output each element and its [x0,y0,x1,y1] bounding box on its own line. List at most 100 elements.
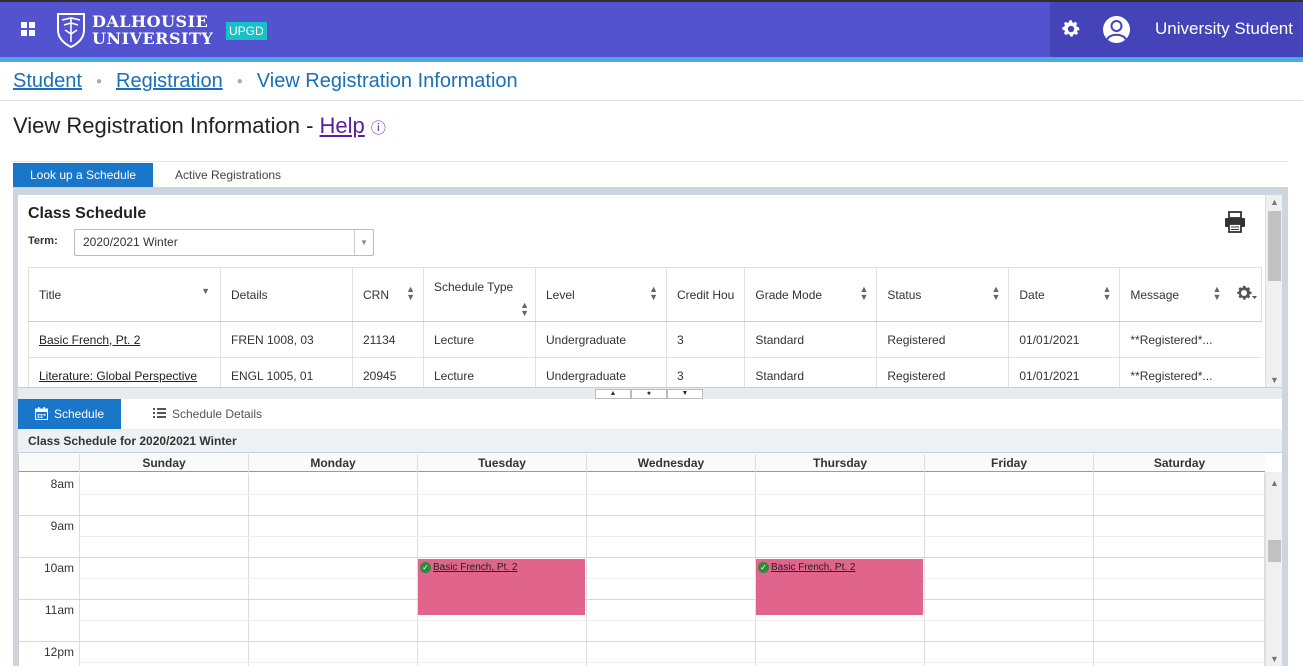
event-title-link[interactable]: Basic French, Pt. 2 [771,562,855,573]
hour-label: 11am [44,603,74,617]
calendar-scrollbar[interactable]: ▲ ▼ [1265,472,1282,666]
cell-title[interactable]: Literature: Global Perspective [28,357,221,387]
half-hour-line [79,494,1265,495]
check-icon: ✓ [758,562,769,573]
chevron-down-icon[interactable]: ▼ [354,230,373,255]
splitter-center-icon[interactable]: ● [631,389,667,399]
cell-details: FREN 1008, 03 [220,321,353,358]
apps-grid-icon[interactable] [21,22,35,36]
cell-credit-hours: 3 [665,357,745,387]
column-header-title[interactable]: Title ▼ [28,267,221,322]
calendar-header: Sunday Monday Tuesday Wednesday Thursday… [19,454,1265,472]
sort-icon[interactable]: ▲ ▼ [991,285,1000,302]
day-column[interactable] [1093,473,1094,666]
calendar-event[interactable]: ✓ Basic French, Pt. 2 [756,559,923,615]
class-schedule-panel: Class Schedule Term: 2020/2021 Winter ▼ … [18,195,1265,387]
cell-details: ENGL 1005, 01 [220,357,353,387]
sort-icon[interactable]: ▲ ▼ [406,285,415,302]
list-icon [153,408,166,418]
sort-icon[interactable]: ▲ ▼ [520,301,529,318]
tab-active-registrations[interactable]: Active Registrations [158,163,298,188]
logo-line-2: UNIVERSITY [92,29,214,48]
day-column[interactable] [79,473,80,666]
cell-schedule-type: Lecture [423,321,536,358]
tab-schedule-details[interactable]: Schedule Details [136,399,279,429]
column-label: Details [231,287,268,302]
calendar-icon [35,407,48,420]
scrollbar-thumb[interactable] [1268,211,1281,281]
logo-line-1: DALHOUSIE [92,12,209,31]
sort-icon[interactable]: ▲ ▼ [1212,285,1221,302]
breadcrumb-separator: ● [95,75,102,87]
page-title: View Registration Information - Help ⓘ [13,113,386,139]
column-header-credit-hours[interactable]: Credit Hou [665,267,746,322]
event-title-link[interactable]: Basic French, Pt. 2 [433,562,517,573]
day-header-sunday: Sunday [79,454,248,472]
column-header-message[interactable]: Message ▲ ▼ [1119,267,1263,322]
sort-icon[interactable]: ▲ ▼ [649,285,658,302]
logo-text: DALHOUSIE UNIVERSITY [92,13,213,47]
hour-line [19,641,1265,642]
sort-down-icon[interactable]: ▼ [201,286,210,296]
breadcrumb-separator: ● [236,75,243,87]
hour-line [19,599,1265,600]
day-column[interactable] [248,473,249,666]
column-header-details[interactable]: Details [220,267,353,322]
half-hour-line [79,620,1265,621]
day-header-tuesday: Tuesday [417,454,586,472]
scrollbar-thumb[interactable] [1268,540,1281,562]
day-column[interactable] [586,473,587,666]
university-logo[interactable]: DALHOUSIE UNIVERSITY [56,10,213,50]
hour-label: 9am [50,519,74,533]
column-settings-gear-icon[interactable] [1235,284,1258,304]
schedule-tabs: Schedule Schedule Details [18,399,1282,429]
breadcrumb-registration[interactable]: Registration [116,70,223,93]
term-select[interactable]: 2020/2021 Winter ▼ [74,229,374,256]
column-header-status[interactable]: Status ▲ ▼ [876,267,1010,322]
course-title-link[interactable]: Literature: Global Perspective [39,369,197,383]
scroll-down-icon[interactable]: ▼ [1266,373,1283,387]
column-header-crn[interactable]: CRN ▲ ▼ [352,267,424,322]
course-title-link[interactable]: Basic French, Pt. 2 [39,333,140,347]
day-column[interactable] [924,473,925,666]
column-label: CRN [363,287,389,302]
info-icon[interactable]: ⓘ [371,120,386,137]
scroll-up-icon[interactable]: ▲ [1266,476,1282,490]
class-schedule-title: Class Schedule [28,205,147,222]
cell-status: Registered [876,357,1009,387]
user-name[interactable]: University Student [1155,19,1293,39]
scroll-up-icon[interactable]: ▲ [1266,195,1283,209]
column-header-schedule-type[interactable]: Schedule Type ▲ ▼ [423,267,536,322]
hour-label: 12pm [43,645,74,659]
sort-icon[interactable]: ▲ ▼ [859,285,868,302]
cell-message: **Registered*... [1119,321,1262,358]
cell-title[interactable]: Basic French, Pt. 2 [28,321,221,358]
print-icon[interactable] [1224,211,1246,233]
day-header-wednesday: Wednesday [586,454,755,472]
hour-line [19,515,1265,516]
column-header-grade-mode[interactable]: Grade Mode ▲ ▼ [744,267,878,322]
scroll-down-icon[interactable]: ▼ [1266,652,1282,666]
panel-scrollbar[interactable]: ▲ ▼ [1265,195,1282,387]
calendar-event[interactable]: ✓ Basic French, Pt. 2 [418,559,585,615]
settings-gear-icon[interactable] [1060,18,1082,40]
collapse-up-icon[interactable]: ▲ [595,389,631,399]
tab-schedule[interactable]: Schedule [18,399,122,429]
cell-crn: 21134 [352,321,424,358]
pane-splitter[interactable]: ▲ ● ▼ [18,387,1282,399]
column-header-level[interactable]: Level ▲ ▼ [535,267,667,322]
half-hour-line [79,662,1265,663]
help-link[interactable]: Help [320,113,365,138]
sort-icon[interactable]: ▲ ▼ [1102,285,1111,302]
hour-line [19,557,1265,558]
tab-lookup-schedule[interactable]: Look up a Schedule [13,163,154,188]
collapse-down-icon[interactable]: ▼ [667,389,703,399]
header-user-area: University Student [1050,2,1303,57]
day-header-saturday: Saturday [1093,454,1265,472]
content-frame: Class Schedule Term: 2020/2021 Winter ▼ … [13,187,1288,666]
column-header-date[interactable]: Date ▲ ▼ [1008,267,1121,322]
user-avatar[interactable] [1103,16,1130,43]
breadcrumb-student[interactable]: Student [13,70,82,93]
term-select-value: 2020/2021 Winter [83,235,178,249]
cell-grade-mode: Standard [744,357,877,387]
